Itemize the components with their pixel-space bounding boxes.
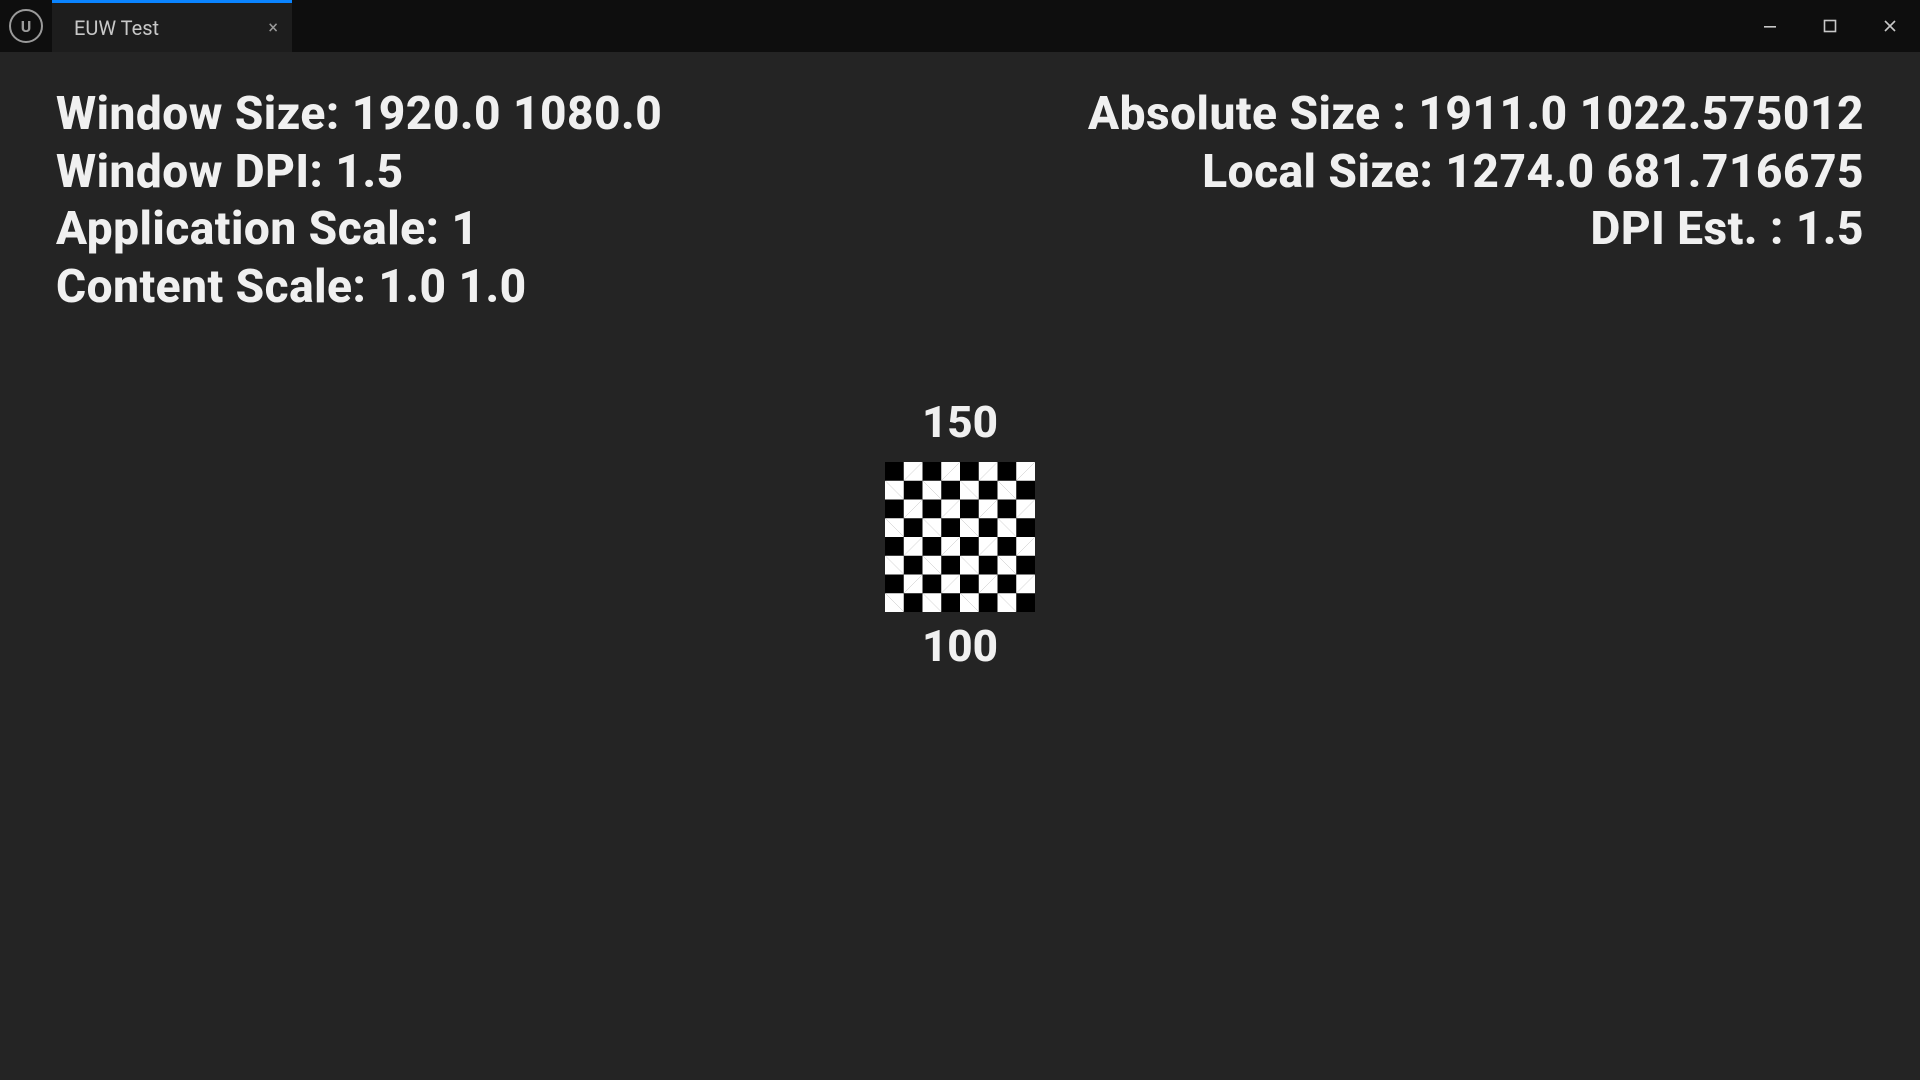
center-block: 150 100 <box>885 400 1035 668</box>
dpi-est-line: DPI Est. : 1.5 <box>1088 201 1864 259</box>
tab-close-icon[interactable]: × <box>268 17 278 38</box>
right-info-panel: Absolute Size : 1911.0 1022.575012 Local… <box>1088 86 1864 259</box>
absolute-size-value: 1911.0 1022.575012 <box>1418 87 1864 141</box>
tab-euw-test[interactable]: EUW Test × <box>52 0 292 52</box>
content-scale-line: Content Scale: 1.0 1.0 <box>56 259 662 317</box>
window-size-line: Window Size: 1920.0 1080.0 <box>56 86 662 144</box>
local-size-label: Local Size: <box>1202 145 1433 199</box>
minimize-button[interactable] <box>1740 0 1800 52</box>
unreal-logo-letter: U <box>21 17 32 36</box>
title-bar: U EUW Test × <box>0 0 1920 52</box>
checker-pattern <box>885 462 1035 612</box>
window-dpi-value: 1.5 <box>335 145 403 199</box>
left-info-panel: Window Size: 1920.0 1080.0 Window DPI: 1… <box>56 86 662 316</box>
content-scale-label: Content Scale: <box>56 260 366 314</box>
close-button[interactable] <box>1860 0 1920 52</box>
application-scale-label: Application Scale: <box>56 202 439 256</box>
checker-bottom-number: 100 <box>922 624 998 668</box>
maximize-icon <box>1823 19 1837 33</box>
window-dpi-line: Window DPI: 1.5 <box>56 144 662 202</box>
window-controls <box>1740 0 1920 52</box>
minimize-icon <box>1763 19 1777 33</box>
maximize-button[interactable] <box>1800 0 1860 52</box>
unreal-logo-icon: U <box>9 9 43 43</box>
close-icon <box>1883 19 1897 33</box>
checker-wrap <box>885 462 1035 612</box>
application-scale-line: Application Scale: 1 <box>56 201 662 259</box>
absolute-size-line: Absolute Size : 1911.0 1022.575012 <box>1088 86 1864 144</box>
tab-label: EUW Test <box>74 16 159 40</box>
absolute-size-label: Absolute Size : <box>1088 87 1406 141</box>
window-dpi-label: Window DPI: <box>56 145 323 199</box>
checker-top-number: 150 <box>922 400 998 444</box>
window-size-value: 1920.0 1080.0 <box>352 87 663 141</box>
local-size-line: Local Size: 1274.0 681.716675 <box>1088 144 1864 202</box>
local-size-value: 1274.0 681.716675 <box>1445 145 1864 199</box>
window-size-label: Window Size: <box>56 87 340 141</box>
dpi-est-label: DPI Est. : <box>1590 202 1783 256</box>
app-icon: U <box>0 0 52 52</box>
application-scale-value: 1 <box>451 202 478 256</box>
dpi-est-value: 1.5 <box>1796 202 1864 256</box>
content-scale-value: 1.0 1.0 <box>378 260 526 314</box>
content-area: Window Size: 1920.0 1080.0 Window DPI: 1… <box>0 52 1920 1080</box>
